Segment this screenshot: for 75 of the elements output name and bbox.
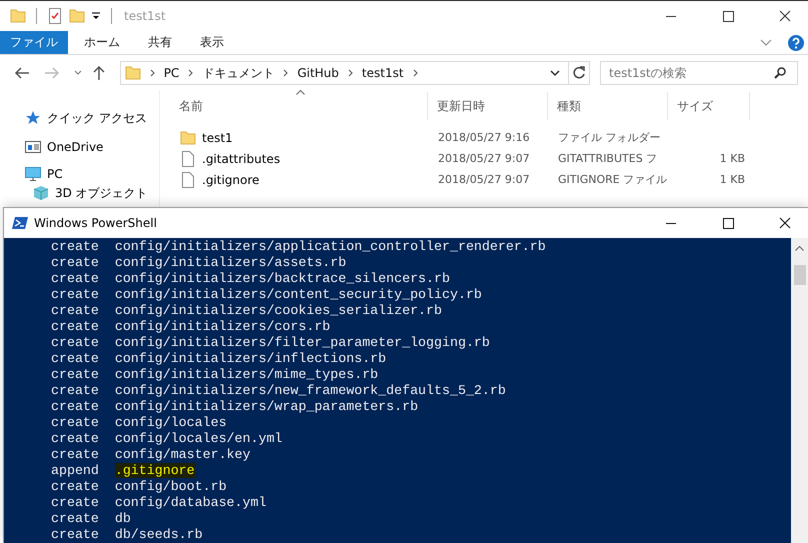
ribbon-tab[interactable]: ファイル bbox=[0, 31, 68, 54]
chevron-down-icon[interactable] bbox=[550, 70, 560, 76]
file-icon bbox=[180, 150, 196, 166]
terminal-line: create config/initializers/new_framework_defaults_5_2.rb bbox=[51, 383, 506, 399]
up-arrow-icon[interactable] bbox=[92, 65, 106, 81]
terminal-line: create config/initializers/filter_parameter_logging.rb bbox=[51, 335, 490, 351]
file-size: 1 KB bbox=[720, 152, 745, 165]
ribbon-tab[interactable]: ホーム bbox=[72, 31, 132, 54]
terminal-line: create config/initializers/cors.rb bbox=[51, 319, 330, 335]
address-bar[interactable]: PC ドキュメント GitHub test1st bbox=[120, 61, 590, 85]
file-size: 1 KB bbox=[720, 173, 745, 186]
breadcrumb-item[interactable]: PC bbox=[164, 66, 180, 80]
chevron-right-icon bbox=[150, 69, 155, 77]
nav-item[interactable]: OneDrive bbox=[47, 140, 104, 154]
column-header[interactable]: 更新日時 bbox=[437, 98, 485, 114]
column-header[interactable]: 名前 bbox=[179, 98, 203, 114]
terminal-line: create config/initializers/content_security_policy.rb bbox=[51, 287, 482, 303]
terminal-line: create db bbox=[51, 511, 131, 527]
terminal-line: append .gitignore bbox=[51, 463, 195, 479]
nav-item[interactable]: 3D オブジェクト bbox=[55, 184, 148, 202]
checklist-icon[interactable] bbox=[47, 8, 63, 24]
chevron-right-icon bbox=[412, 69, 418, 77]
terminal-line: create config/initializers/cookies_serializer.rb bbox=[51, 303, 442, 319]
column-header[interactable]: サイズ bbox=[677, 98, 713, 114]
dropdown-icon[interactable] bbox=[91, 11, 101, 21]
ribbon-tab[interactable]: 表示 bbox=[188, 31, 236, 54]
folder-icon bbox=[124, 65, 141, 81]
back-arrow-icon[interactable] bbox=[14, 66, 30, 80]
scroll-thumb[interactable] bbox=[794, 265, 806, 285]
terminal-line: create config/initializers/assets.rb bbox=[51, 255, 346, 271]
terminal-line: create config/database.yml bbox=[51, 495, 266, 511]
terminal-line: create config/boot.rb bbox=[51, 479, 227, 495]
date-modified: 2018/05/27 9:16 bbox=[438, 131, 530, 144]
window-title: Windows PowerShell bbox=[34, 216, 157, 230]
sort-caret-icon bbox=[296, 90, 305, 95]
file-name[interactable]: test1 bbox=[202, 130, 233, 144]
search-icon[interactable] bbox=[774, 67, 786, 79]
breadcrumb-item[interactable]: ドキュメント bbox=[202, 64, 274, 82]
file-name[interactable]: .gitattributes bbox=[202, 152, 280, 166]
date-modified: 2018/05/27 9:07 bbox=[438, 152, 530, 165]
file-type: GITATTRIBUTES フ bbox=[558, 151, 658, 166]
file-icon bbox=[180, 172, 196, 188]
star-icon bbox=[25, 110, 41, 126]
terminal-line: create config/locales bbox=[51, 415, 227, 431]
terminal-line: create config/initializers/backtrace_silencers.rb bbox=[51, 271, 450, 287]
terminal-line: create config/locales/en.yml bbox=[51, 431, 282, 447]
chevron-right-icon bbox=[348, 69, 353, 77]
file-type: GITIGNORE ファイル bbox=[558, 172, 668, 187]
breadcrumb-item[interactable]: test1st bbox=[362, 66, 404, 80]
help-icon[interactable] bbox=[788, 34, 804, 50]
file-name[interactable]: .gitignore bbox=[202, 172, 260, 186]
terminal-line: create config/master.key bbox=[51, 447, 250, 463]
terminal-line: create config/initializers/application_controller_renderer.rb bbox=[51, 239, 546, 255]
terminal-line: create config/initializers/mime_types.rb bbox=[51, 367, 378, 383]
window-icon bbox=[25, 139, 41, 155]
scrollbar[interactable] bbox=[791, 238, 808, 543]
cube-icon bbox=[33, 185, 49, 201]
file-type: ファイル フォルダー bbox=[558, 130, 660, 145]
folder-icon bbox=[180, 130, 196, 146]
monitor-icon bbox=[25, 166, 41, 182]
breadcrumb-item[interactable]: GitHub bbox=[297, 66, 339, 80]
terminal-icon bbox=[12, 216, 28, 230]
nav-item[interactable]: クイック アクセス bbox=[47, 110, 147, 126]
scroll-up-icon[interactable] bbox=[795, 246, 804, 251]
ribbon-tab[interactable]: 共有 bbox=[136, 31, 184, 54]
terminal-line: create config/initializers/wrap_parameters.rb bbox=[51, 399, 418, 415]
window-title: test1st bbox=[124, 9, 166, 23]
terminal-line: create db/seeds.rb bbox=[51, 527, 203, 543]
date-modified: 2018/05/27 9:07 bbox=[438, 173, 530, 186]
search-field[interactable]: test1stの検索 bbox=[600, 61, 798, 85]
column-header[interactable]: 種類 bbox=[557, 98, 581, 114]
chevron-right-icon bbox=[188, 69, 194, 77]
terminal-line: create config/initializers/inflections.rb bbox=[51, 351, 386, 367]
chevron-right-icon bbox=[283, 69, 288, 77]
nav-item[interactable]: PC bbox=[47, 167, 63, 181]
